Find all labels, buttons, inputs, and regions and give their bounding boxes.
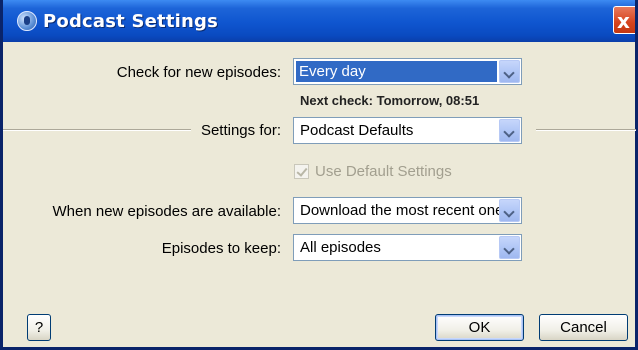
new-episodes-select[interactable]: Download the most recent one	[293, 197, 522, 224]
help-button[interactable]: ?	[27, 314, 51, 341]
close-icon: x	[617, 9, 630, 33]
settings-for-value: Podcast Defaults	[300, 122, 414, 139]
episodes-keep-select[interactable]: All episodes	[293, 234, 522, 261]
cancel-button[interactable]: Cancel	[539, 314, 628, 341]
left-divider	[3, 129, 191, 131]
episodes-keep-value: All episodes	[300, 239, 381, 256]
new-episodes-value: Download the most recent one	[300, 202, 504, 219]
next-check-text: Next check: Tomorrow, 08:51	[300, 93, 480, 108]
podcast-settings-dialog: Podcast Settings x Check for new episode…	[0, 0, 638, 350]
title-bar[interactable]: Podcast Settings x	[3, 0, 635, 42]
ok-button[interactable]: OK	[435, 314, 524, 341]
new-episodes-label: When new episodes are available:	[52, 203, 281, 220]
chevron-down-icon[interactable]	[499, 119, 520, 142]
chevron-down-icon[interactable]	[499, 60, 520, 83]
use-default-settings-checkbox	[294, 164, 309, 179]
podcast-icon	[17, 11, 37, 31]
check-frequency-value: Every day	[296, 61, 497, 82]
window-title: Podcast Settings	[43, 11, 219, 32]
use-default-settings-label: Use Default Settings	[315, 163, 452, 180]
episodes-keep-label: Episodes to keep:	[161, 240, 281, 257]
right-divider	[536, 129, 636, 131]
chevron-down-icon[interactable]	[499, 236, 520, 259]
check-episodes-label: Check for new episodes:	[116, 64, 281, 81]
chevron-down-icon[interactable]	[499, 199, 520, 222]
settings-for-select[interactable]: Podcast Defaults	[293, 117, 522, 144]
settings-for-label: Settings for:	[200, 122, 281, 139]
check-frequency-select[interactable]: Every day	[293, 58, 522, 85]
close-button[interactable]: x	[613, 6, 635, 34]
